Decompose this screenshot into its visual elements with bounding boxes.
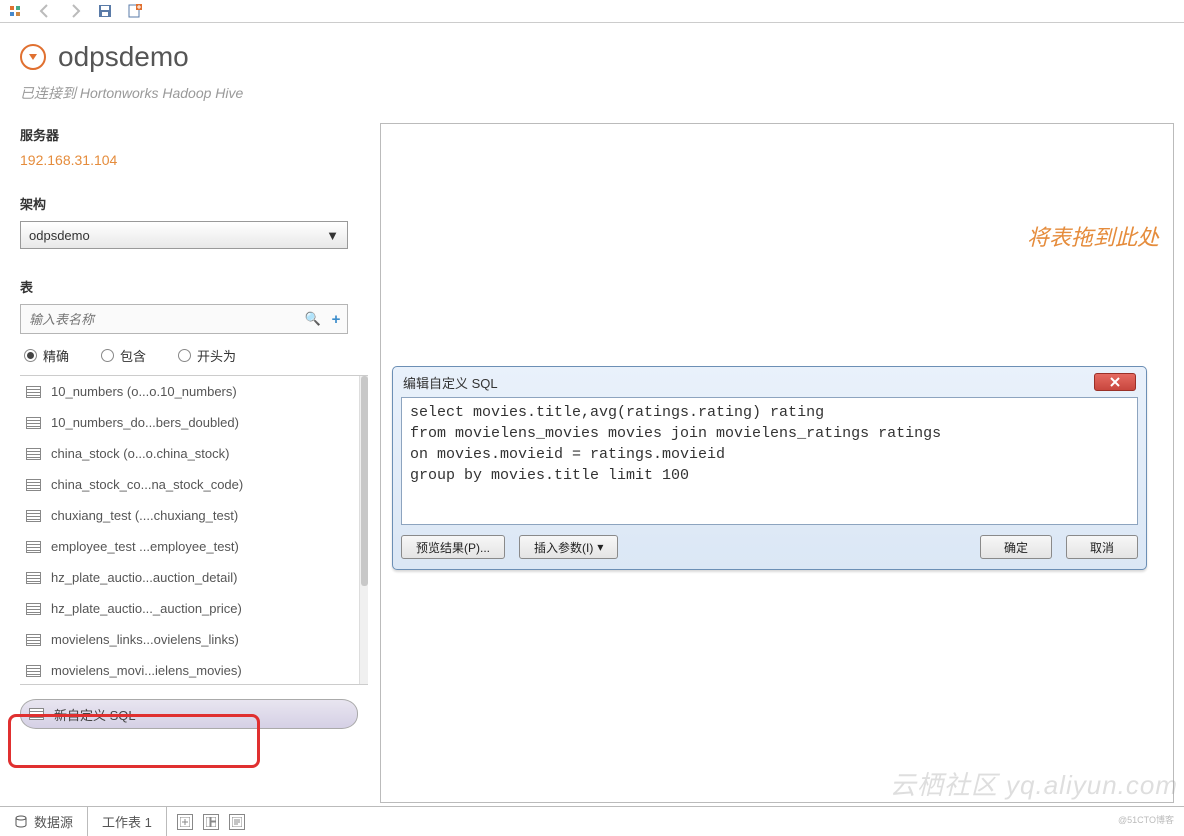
preview-results-button[interactable]: 预览结果(P)... (401, 535, 505, 559)
chevron-down-icon: ▾ (597, 540, 603, 554)
match-mode-radios: 精确 包含 开头为 (24, 346, 360, 365)
table-item-label: china_stock_co...na_stock_code) (51, 477, 243, 492)
connection-status: 已连接到 Hortonworks Hadoop Hive (20, 83, 1164, 103)
drag-hint: 将表拖到此处 (1027, 220, 1159, 252)
table-item[interactable]: hz_plate_auctio...auction_detail) (20, 562, 358, 593)
title-area: odpsdemo 已连接到 Hortonworks Hadoop Hive (0, 23, 1184, 113)
table-item[interactable]: 10_numbers_do...bers_doubled) (20, 407, 358, 438)
radio-exact[interactable]: 精确 (24, 346, 69, 365)
table-item-label: movielens_movi...ielens_movies) (51, 663, 242, 678)
table-item-label: movielens_links...ovielens_links) (51, 632, 239, 647)
tab-datasource[interactable]: 数据源 (0, 807, 88, 836)
tables-label: 表 (20, 277, 360, 296)
top-toolbar (0, 0, 1184, 23)
dialog-title: 编辑自定义 SQL (403, 373, 498, 392)
table-icon (26, 448, 41, 460)
forward-button[interactable] (66, 2, 84, 20)
schema-selected: odpsdemo (29, 228, 90, 243)
table-icon (26, 479, 41, 491)
table-icon (26, 510, 41, 522)
page-title: odpsdemo (58, 41, 189, 73)
table-item[interactable]: hz_plate_auctio..._auction_price) (20, 593, 358, 624)
insert-param-button[interactable]: 插入参数(I)▾ (519, 535, 618, 559)
table-item-label: 10_numbers (o...o.10_numbers) (51, 384, 237, 399)
sql-textarea[interactable]: select movies.title,avg(ratings.rating) … (401, 397, 1138, 525)
table-icon (26, 665, 41, 677)
table-list: 10_numbers (o...o.10_numbers) 10_numbers_… (20, 375, 368, 685)
table-item-label: employee_test ...employee_test) (51, 539, 239, 554)
table-item[interactable]: employee_test ...employee_test) (20, 531, 358, 562)
back-button[interactable] (36, 2, 54, 20)
table-search-box: 🔍 + (20, 304, 348, 334)
server-label: 服务器 (20, 125, 360, 144)
search-icon[interactable]: 🔍 (301, 311, 325, 327)
table-item-label: hz_plate_auctio...auction_detail) (51, 570, 237, 585)
chevron-down-icon: ▼ (326, 228, 339, 243)
tab-worksheet-1[interactable]: 工作表 1 (88, 807, 167, 836)
table-icon (26, 603, 41, 615)
table-search-input[interactable] (21, 312, 301, 327)
table-icon (26, 572, 41, 584)
cancel-button[interactable]: 取消 (1066, 535, 1138, 559)
table-item-label: chuxiang_test (....chuxiang_test) (51, 508, 238, 523)
datasource-dropdown-icon[interactable] (20, 44, 46, 70)
logo-icon[interactable] (6, 2, 24, 20)
table-icon (26, 541, 41, 553)
new-custom-sql-label: 新自定义 SQL (54, 705, 136, 724)
schema-label: 架构 (20, 194, 360, 213)
server-ip[interactable]: 192.168.31.104 (20, 152, 360, 168)
table-item-label: china_stock (o...o.china_stock) (51, 446, 229, 461)
add-sheet-icon[interactable] (126, 2, 144, 20)
schema-select[interactable]: odpsdemo ▼ (20, 221, 348, 249)
edit-sql-dialog: 编辑自定义 SQL select movies.title,avg(rating… (392, 366, 1147, 570)
save-icon[interactable] (96, 2, 114, 20)
table-icon (29, 708, 44, 720)
bottom-tabs: 数据源 工作表 1 (0, 806, 1184, 836)
table-item[interactable]: movielens_movi...ielens_movies) (20, 655, 358, 685)
table-item[interactable]: china_stock_co...na_stock_code) (20, 469, 358, 500)
dialog-close-button[interactable] (1094, 373, 1136, 391)
table-item[interactable]: 10_numbers (o...o.10_numbers) (20, 376, 358, 407)
table-item[interactable]: movielens_links...ovielens_links) (20, 624, 358, 655)
table-item[interactable]: china_stock (o...o.china_stock) (20, 438, 358, 469)
new-worksheet-icon[interactable] (177, 814, 193, 830)
add-table-icon[interactable]: + (325, 311, 347, 328)
table-item[interactable]: chuxiang_test (....chuxiang_test) (20, 500, 358, 531)
new-story-icon[interactable] (229, 814, 245, 830)
table-item-label: hz_plate_auctio..._auction_price) (51, 601, 242, 616)
scrollbar[interactable] (359, 376, 368, 684)
table-icon (26, 634, 41, 646)
sidebar: 服务器 192.168.31.104 架构 odpsdemo ▼ 表 🔍 + 精… (0, 113, 360, 803)
table-item-label: 10_numbers_do...bers_doubled) (51, 415, 239, 430)
ok-button[interactable]: 确定 (980, 535, 1052, 559)
radio-startswith[interactable]: 开头为 (178, 346, 236, 365)
table-icon (26, 417, 41, 429)
new-dashboard-icon[interactable] (203, 814, 219, 830)
scroll-thumb[interactable] (361, 376, 368, 586)
new-custom-sql-button[interactable]: 新自定义 SQL (20, 699, 358, 729)
radio-contains[interactable]: 包含 (101, 346, 146, 365)
datasource-icon (14, 815, 28, 829)
table-icon (26, 386, 41, 398)
